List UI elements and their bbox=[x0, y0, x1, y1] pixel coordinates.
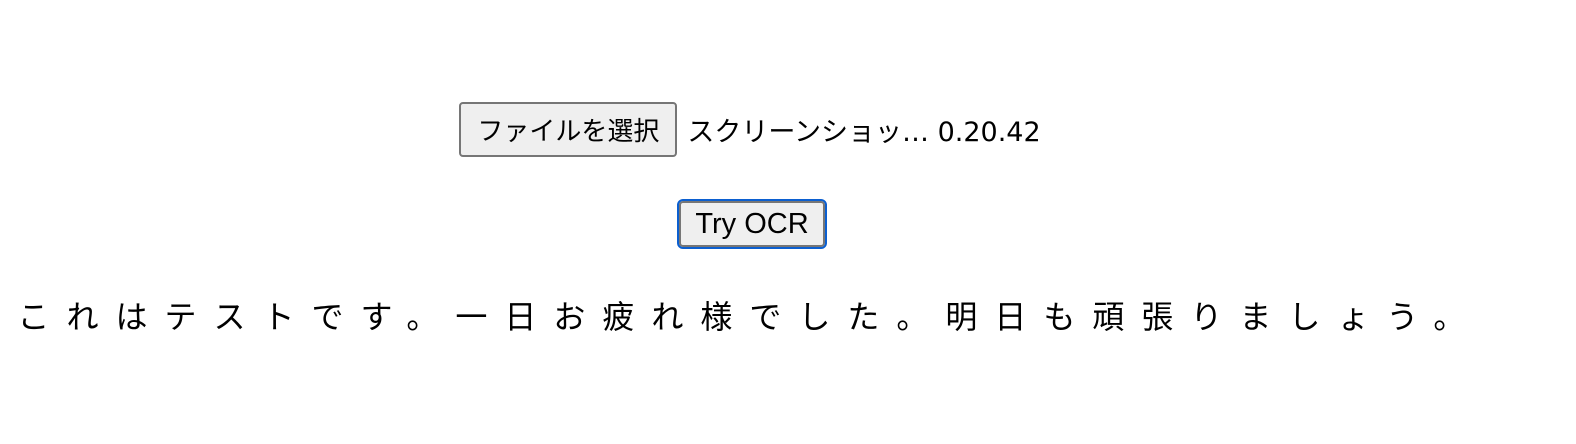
ocr-result-text: これはテストです。一日お疲れ様でした。明日も頑張りましょう。 bbox=[17, 298, 1483, 336]
selected-file-name: スクリーンショッ… 0.20.42 bbox=[687, 117, 1041, 148]
ocr-button-row: Try OCR bbox=[0, 199, 1576, 249]
choose-file-button[interactable]: ファイルを選択 bbox=[459, 102, 678, 157]
ocr-result-row: これはテストです。一日お疲れ様でした。明日も頑張りましょう。 bbox=[0, 292, 1576, 338]
file-input-row: ファイルを選択 スクリーンショッ… 0.20.42 bbox=[0, 102, 1576, 157]
page: ファイルを選択 スクリーンショッ… 0.20.42 Try OCR これはテスト… bbox=[0, 0, 1576, 444]
file-input[interactable]: ファイルを選択 スクリーンショッ… 0.20.42 bbox=[459, 102, 1041, 157]
try-ocr-button[interactable]: Try OCR bbox=[677, 199, 827, 249]
